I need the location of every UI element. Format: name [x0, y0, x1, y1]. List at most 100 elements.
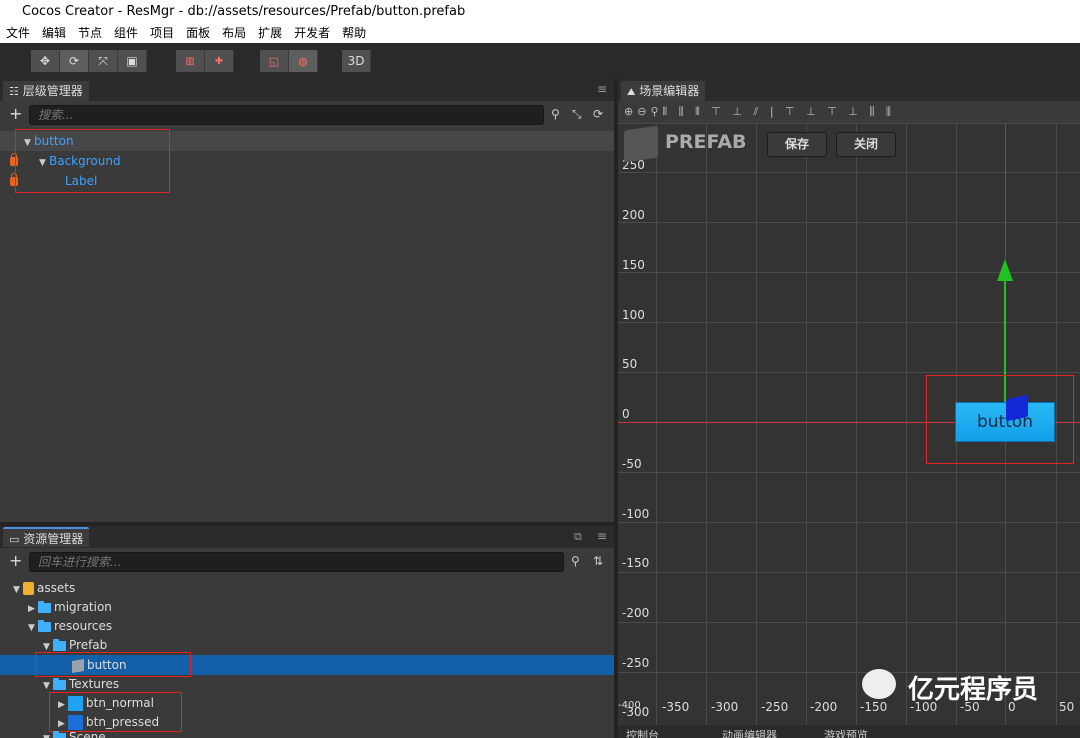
local-coords-icon[interactable]: ◱ [260, 50, 289, 72]
x-tick: -150 [860, 700, 888, 714]
hierarchy-search-input[interactable]: 搜索... [29, 105, 544, 125]
folder-icon [53, 677, 66, 690]
zoom-reset-icon[interactable]: ⚲ [650, 105, 662, 118]
scene-tab-label: 场景编辑器 [639, 84, 700, 98]
folder-icon [53, 730, 66, 738]
popout-icon[interactable]: ⧉ [574, 530, 582, 544]
wechat-icon [862, 669, 896, 699]
prefab-label: PREFAB [665, 131, 747, 153]
menu-node[interactable]: 节点 [78, 23, 102, 43]
zoom-out-icon[interactable]: ⊖ [637, 105, 650, 118]
x-tick: -250 [761, 700, 789, 714]
y-tick: 200 [622, 208, 645, 222]
x-tick: 50 [1059, 700, 1075, 714]
align-icons[interactable]: ⫴ ⫼ ⫴ ⊤ ⊥ ⫽ | ⊤ ⊥ ⊤ ⊥ ⫼ ⫼ [663, 105, 895, 118]
highlight-box [49, 692, 182, 732]
folder-icon [38, 600, 51, 613]
save-button[interactable]: 保存 [767, 132, 827, 157]
x-tick: -300 [711, 700, 739, 714]
asset-label: Prefab [69, 638, 108, 652]
asset-label: Scene [69, 730, 106, 738]
tab-assets[interactable]: ▭ 资源管理器 [3, 527, 90, 547]
assets-search-input[interactable]: 回车进行搜索... [29, 552, 564, 572]
close-button[interactable]: 关闭 [836, 132, 896, 157]
zoom-in-icon[interactable]: ⊕ [624, 105, 637, 118]
asset-label: Textures [69, 677, 120, 691]
y-axis-top [1005, 123, 1006, 253]
expand-arrow-icon: ▼ [43, 732, 53, 738]
move-tool-icon[interactable]: ✥ [31, 50, 60, 72]
rect-tool-icon[interactable]: ▣ [118, 50, 147, 72]
menu-file[interactable]: 文件 [6, 23, 30, 43]
y-tick: -150 [622, 556, 650, 570]
y-tick: 100 [622, 308, 645, 322]
assets-tab-label: 资源管理器 [23, 532, 84, 546]
x-tick: -350 [662, 700, 690, 714]
database-icon [23, 582, 34, 595]
highlight-box [926, 375, 1074, 464]
3d-toggle-button[interactable]: 3D [342, 50, 371, 72]
hierarchy-tab-label: 层级管理器 [22, 84, 83, 98]
tab-scene-editor[interactable]: ⛰ 场景编辑器 [621, 81, 706, 101]
folder-icon [38, 619, 51, 632]
asset-resources[interactable]: ▼ resources [28, 616, 112, 636]
asset-label: resources [54, 619, 113, 633]
tab-hierarchy[interactable]: ☷ 层级管理器 [3, 81, 89, 101]
window-title: Cocos Creator - ResMgr - db://assets/res… [0, 0, 1080, 23]
menu-layout[interactable]: 布局 [222, 23, 246, 43]
main-toolbar: ✥ ⟳ ⤧ ▣ ▥ ✚ ◱ ◍ 3D [0, 43, 1080, 79]
y-gizmo-arrow-icon[interactable] [997, 259, 1013, 281]
tab-animation[interactable]: 动画编辑器 [722, 727, 777, 738]
y-tick: -100 [622, 507, 650, 521]
add-asset-icon[interactable]: + [9, 551, 22, 570]
hierarchy-header [0, 79, 614, 101]
menu-panel[interactable]: 面板 [186, 23, 210, 43]
expand-arrow-icon: ▼ [28, 623, 35, 633]
expand-arrow-icon: ▼ [13, 585, 20, 595]
global-coords-icon[interactable]: ◍ [289, 50, 318, 72]
tab-console[interactable]: 控制台 [626, 727, 659, 738]
bottom-tabs: 控制台 动画编辑器 游戏预览 [618, 725, 1080, 738]
rotate-tool-icon[interactable]: ⟳ [60, 50, 89, 72]
y-tick: 0 [622, 407, 630, 421]
pivot-icon[interactable]: ▥ [176, 50, 205, 72]
refresh-icon[interactable]: ⟳ [593, 107, 603, 121]
scene-viewport[interactable]: 250 200 150 100 50 0 -50 -100 -150 -200 … [618, 123, 1080, 738]
scene-align-toolbar: ⊕⊖⚲⫴ ⫼ ⫴ ⊤ ⊥ ⫽ | ⊤ ⊥ ⊤ ⊥ ⫼ ⫼ [618, 101, 1080, 123]
collapse-icon[interactable]: ⤡ [572, 107, 582, 122]
search-icon[interactable]: ⚲ [571, 554, 580, 568]
menu-developer[interactable]: 开发者 [294, 23, 330, 43]
panel-menu-icon[interactable]: ≡ [597, 82, 607, 96]
center-icon[interactable]: ✚ [205, 50, 234, 72]
menu-help[interactable]: 帮助 [342, 23, 366, 43]
prefab-cube-icon [624, 125, 658, 163]
asset-label: assets [37, 581, 76, 595]
asset-textures-folder[interactable]: ▼ Textures [43, 674, 119, 694]
y-tick: 50 [622, 357, 638, 371]
menu-bar: 文件 编辑 节点 组件 项目 面板 布局 扩展 开发者 帮助 [0, 23, 1080, 43]
assets-header [0, 526, 614, 548]
x-tick: -400 [618, 700, 641, 711]
panel-menu-icon[interactable]: ≡ [597, 529, 607, 543]
menu-project[interactable]: 项目 [150, 23, 174, 43]
menu-edit[interactable]: 编辑 [42, 23, 66, 43]
x-tick: -200 [810, 700, 838, 714]
scale-tool-icon[interactable]: ⤧ [89, 50, 118, 72]
watermark-text: 亿元程序员 [908, 675, 1039, 705]
y-tick: 150 [622, 258, 645, 272]
search-icon[interactable]: ⚲ [551, 107, 560, 121]
scene-icon: ⛰ [627, 87, 636, 98]
add-node-icon[interactable]: + [9, 104, 22, 123]
asset-assets[interactable]: ▼ assets [13, 578, 75, 598]
y-tick: -200 [622, 606, 650, 620]
menu-component[interactable]: 组件 [114, 23, 138, 43]
hierarchy-icon: ☷ [9, 85, 19, 98]
folder-icon [53, 638, 66, 651]
asset-migration[interactable]: ▶ migration [28, 597, 112, 617]
asset-scene-folder[interactable]: ▼ Scene [43, 730, 106, 738]
menu-extension[interactable]: 扩展 [258, 23, 282, 43]
sort-icon[interactable]: ⇅ [593, 554, 603, 568]
folder-icon: ▭ [9, 533, 20, 546]
tab-game-preview[interactable]: 游戏预览 [824, 727, 868, 738]
highlight-box [15, 129, 170, 193]
